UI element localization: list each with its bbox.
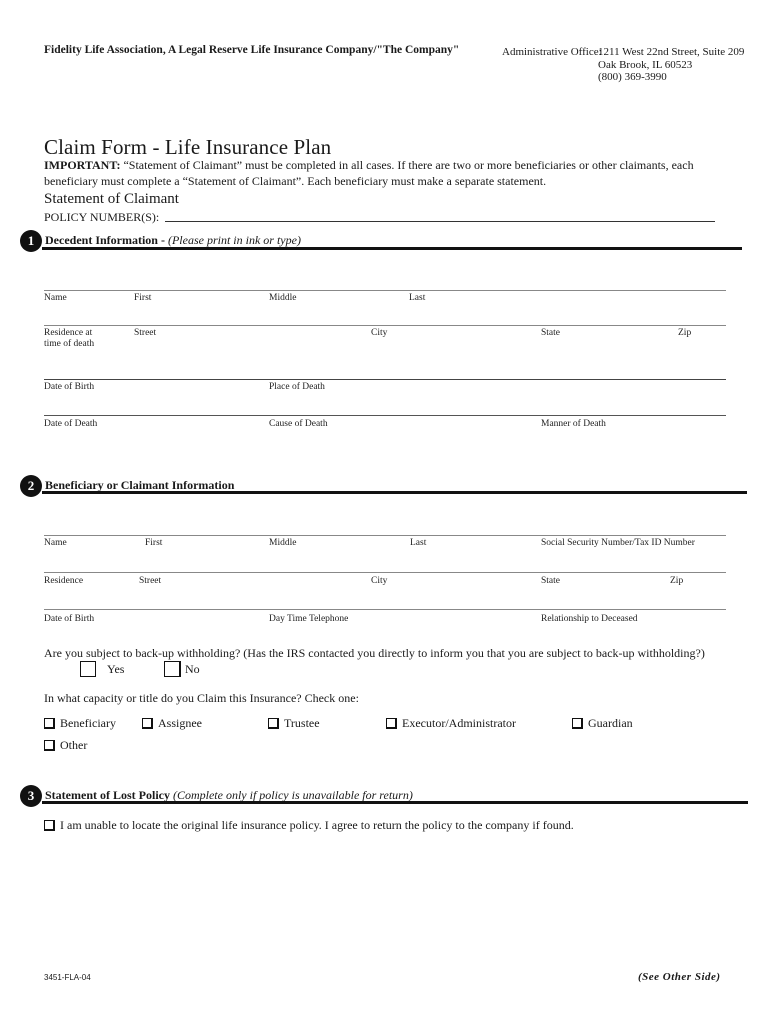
label-date-of-birth: Date of Birth [44, 382, 95, 392]
see-other-side: (See Other Side) [638, 971, 721, 983]
label-residence: Residence at time of death [44, 328, 95, 349]
policy-number-label: POLICY NUMBER(S): [44, 210, 160, 224]
claimant-residence-field[interactable] [44, 572, 726, 573]
label-street: Street [134, 328, 157, 338]
label-ssn-tax-id: Social Security Number/Tax ID Number [541, 538, 695, 548]
checkbox-icon [142, 718, 153, 729]
address-line-1: 1211 West 22nd Street, Suite 209 [598, 46, 745, 58]
important-text: “Statement of Claimant” must be complete… [44, 158, 694, 188]
address-line-2: Oak Brook, IL 60523 [598, 58, 693, 71]
label-daytime-telephone: Day Time Telephone [269, 614, 349, 624]
label-state: State [541, 576, 560, 586]
statement-of-claimant-heading: Statement of Claimant [44, 191, 179, 207]
capacity-executor-checkbox[interactable]: Executor/Administrator [386, 716, 516, 731]
checkbox-icon [44, 740, 55, 751]
address-phone: (800) 369-3990 [598, 71, 667, 83]
label-city: City [371, 328, 388, 338]
label-date-of-death: Date of Death [44, 419, 98, 429]
checkbox-icon [268, 718, 279, 729]
claimant-name-field[interactable] [44, 535, 726, 536]
label-last: Last [410, 538, 427, 548]
checkbox-icon [164, 661, 181, 677]
label-date-of-birth: Date of Birth [44, 614, 95, 624]
section-1-badge: 1 [20, 230, 42, 252]
label-name: Name [44, 293, 67, 303]
label-zip: Zip [678, 328, 692, 338]
checkbox-icon [44, 718, 55, 729]
label-street: Street [139, 576, 162, 586]
label-first: First [134, 293, 152, 303]
label-place-of-death: Place of Death [269, 382, 325, 392]
capacity-trustee-checkbox[interactable]: Trustee [268, 716, 320, 731]
section-3-header: 3 Statement of Lost Policy (Complete onl… [20, 785, 748, 811]
decedent-death-field[interactable] [44, 415, 726, 416]
policy-number-field[interactable] [165, 221, 715, 222]
company-name: Fidelity Life Association, A Legal Reser… [44, 44, 460, 56]
label-middle: Middle [269, 538, 297, 548]
admin-office-label: Administrative Office: [502, 46, 602, 58]
label-name: Name [44, 538, 67, 548]
section-2-rule [42, 491, 747, 494]
label-cause-of-death: Cause of Death [269, 419, 328, 429]
checkbox-icon [44, 820, 55, 831]
label-residence: Residence [44, 576, 84, 586]
section-1-header: 1 Decedent Information - (Please print i… [20, 230, 742, 256]
form-code: 3451-FLA-04 [44, 973, 91, 982]
label-zip: Zip [670, 576, 684, 586]
decedent-residence-field[interactable] [44, 325, 726, 326]
capacity-beneficiary-checkbox[interactable]: Beneficiary [44, 716, 116, 731]
lost-policy-checkbox[interactable]: I am unable to locate the original life … [44, 818, 574, 833]
section-2-badge: 2 [20, 475, 42, 497]
section-1-note: (Please print in ink or type) [167, 233, 301, 247]
lost-policy-statement: I am unable to locate the original life … [60, 818, 574, 832]
section-2-header: 2 Beneficiary or Claimant Information [20, 475, 747, 501]
capacity-other-checkbox[interactable]: Other [44, 738, 87, 753]
admin-office-address: 1211 West 22nd Street, Suite 209 Oak Bro… [598, 46, 744, 84]
withholding-yes-label: Yes [107, 661, 125, 676]
section-3-rule [42, 801, 748, 804]
capacity-question: In what capacity or title do you Claim t… [44, 691, 359, 705]
label-middle: Middle [269, 293, 297, 303]
important-notice: IMPORTANT: “Statement of Claimant” must … [44, 157, 724, 189]
capacity-assignee-checkbox[interactable]: Assignee [142, 716, 202, 731]
important-label: IMPORTANT: [44, 158, 121, 172]
checkbox-icon [80, 661, 96, 677]
decedent-birth-place-field[interactable] [44, 379, 726, 380]
label-manner-of-death: Manner of Death [541, 419, 606, 429]
section-1-title: Decedent Information - (Please print in … [45, 233, 301, 247]
section-3-badge: 3 [20, 785, 42, 807]
label-city: City [371, 576, 388, 586]
decedent-name-field[interactable] [44, 290, 726, 291]
label-state: State [541, 328, 560, 338]
section-3-note: (Complete only if policy is unavailable … [172, 788, 413, 802]
checkbox-icon [572, 718, 583, 729]
label-relationship: Relationship to Deceased [541, 614, 638, 624]
withholding-yes-checkbox[interactable]: Yes [80, 661, 124, 677]
claimant-birth-phone-field[interactable] [44, 609, 726, 610]
label-last: Last [409, 293, 426, 303]
section-1-rule [42, 247, 742, 250]
withholding-no-label: No [185, 661, 200, 676]
withholding-question: Are you subject to back-up withholding? … [44, 646, 705, 660]
withholding-no-checkbox[interactable]: No [164, 661, 200, 677]
checkbox-icon [386, 718, 397, 729]
capacity-guardian-checkbox[interactable]: Guardian [572, 716, 633, 731]
label-first: First [145, 538, 163, 548]
